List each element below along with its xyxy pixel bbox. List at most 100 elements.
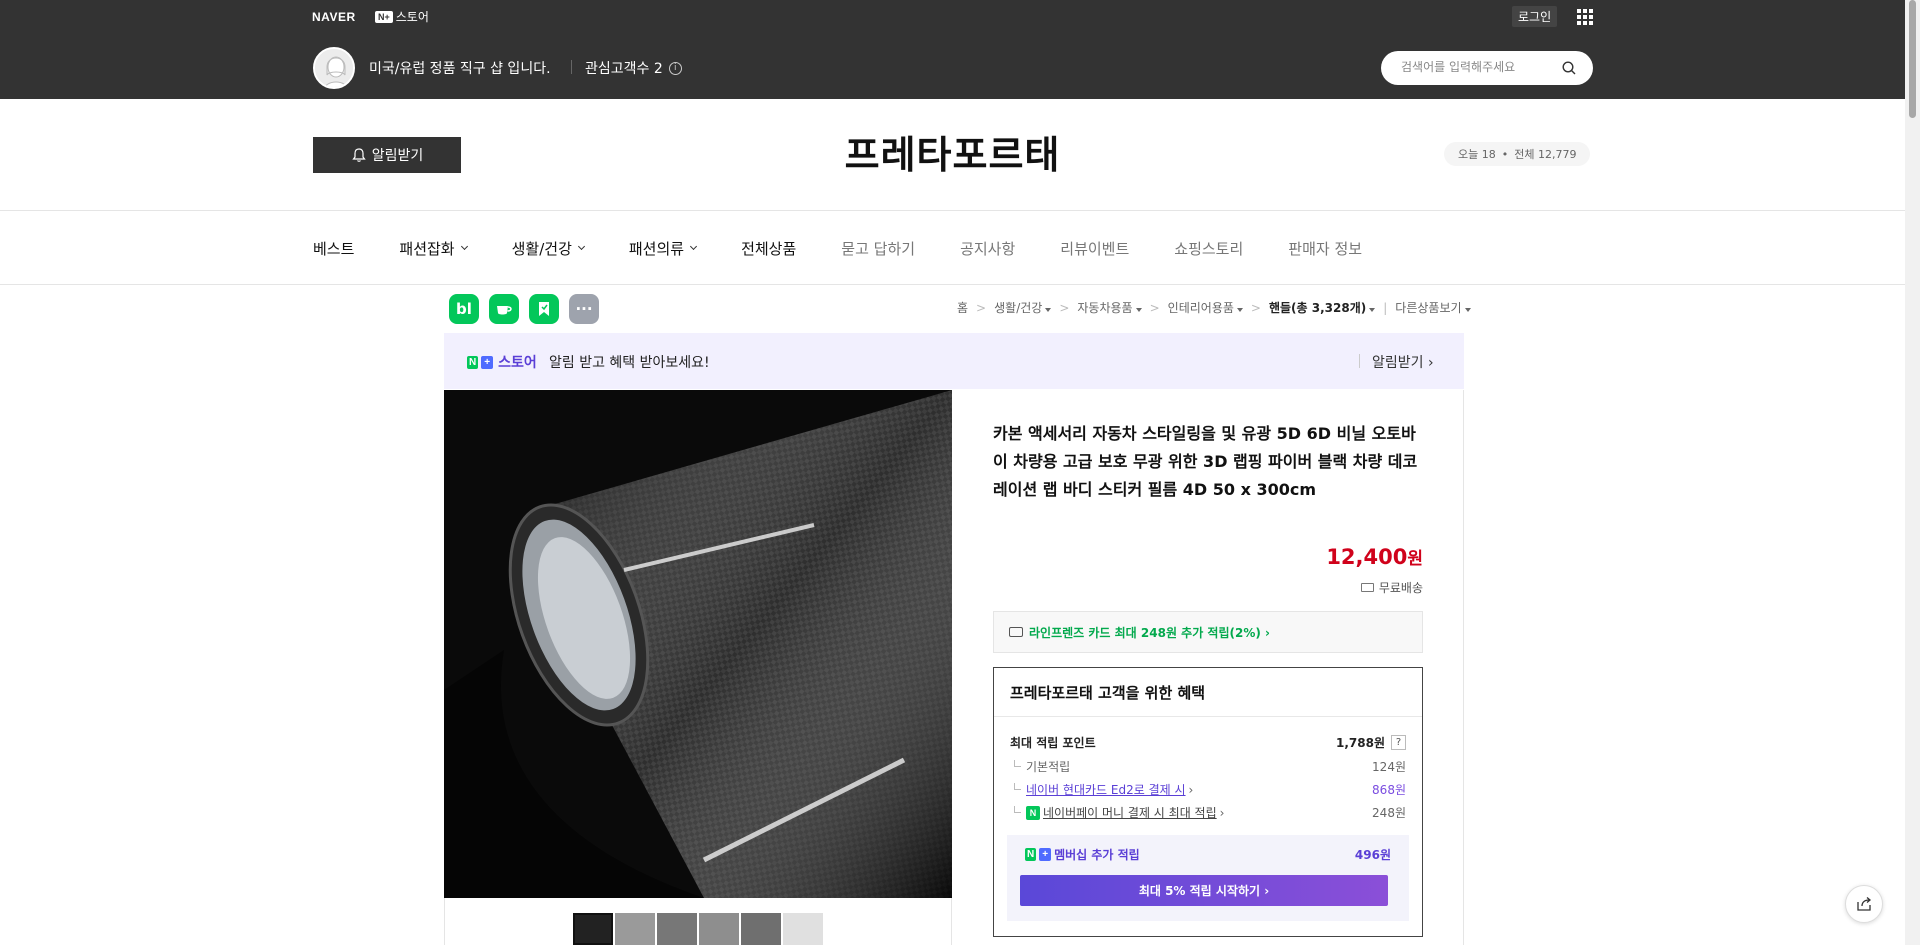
breadcrumb-living-health[interactable]: 생활/건강 — [994, 299, 1052, 316]
followers-count: 관심고객수 2 i — [585, 58, 682, 78]
info-icon[interactable]: i — [668, 61, 682, 75]
product-main-image[interactable] — [444, 390, 952, 898]
followers-label: 관심고객수 2 — [585, 61, 663, 77]
n-badge: N — [1025, 848, 1037, 861]
benefit-title: 프레타포르태 고객을 위한 혜택 — [1010, 684, 1206, 702]
breadcrumb-home[interactable]: 홈 — [957, 299, 968, 316]
npay-points-row: N 네이버페이 머니 결제 시 최대 적립 › 248원 — [1010, 804, 1406, 821]
shipping-info: 무료배송 — [993, 579, 1423, 596]
share-buttons: bl ··· — [449, 294, 599, 324]
page-scrollbar[interactable] — [1905, 0, 1920, 945]
app-grid-icon[interactable] — [1577, 9, 1593, 25]
max-points-row: 최대 적립 포인트 1,788원? — [1010, 734, 1406, 751]
naver-logo[interactable]: NAVER — [312, 10, 356, 24]
product-price: 12,400원 — [993, 544, 1423, 569]
plus-badge: + — [1039, 848, 1052, 861]
floating-share-button[interactable] — [1845, 885, 1883, 923]
hyundai-card-link[interactable]: 네이버 현대카드 Ed2로 결제 시 — [1026, 781, 1186, 798]
thumbnail-3[interactable] — [657, 913, 697, 945]
chevron-down-icon — [460, 242, 468, 251]
banner-text: 알림 받고 혜택 받아보세요! — [549, 355, 710, 371]
top-bar: NAVER N+ 스토어 로그인 미국/유럽 정품 직구 샵 입니다. 관심고객… — [0, 0, 1905, 99]
visit-today: 오늘 18 — [1458, 148, 1496, 161]
membership-box: N + 멤버십 추가 적립 496원 최대 5% 적립 시작하기 › — [1007, 835, 1409, 921]
breadcrumb-current[interactable]: 핸들(총 3,328개) — [1269, 299, 1376, 316]
breadcrumb-other-products[interactable]: 다른상품보기 — [1395, 299, 1471, 316]
nav-item-fashion-goods[interactable]: 패션잡화 — [399, 238, 468, 259]
nav-item-all-products[interactable]: 전체상품 — [741, 238, 796, 259]
breadcrumb-separator: > — [976, 300, 987, 315]
plus-badge: + — [481, 355, 494, 369]
thumbnail-4[interactable] — [699, 913, 739, 945]
thumbnail-2[interactable] — [615, 913, 655, 945]
nav-item-qna[interactable]: 묻고 답하기 — [841, 238, 915, 259]
nplus-badge: N+ — [375, 10, 393, 23]
nav-top-divider — [0, 210, 1905, 211]
store-avatar — [313, 47, 355, 89]
truck-icon — [1360, 583, 1374, 592]
nav-item-fashion-clothing[interactable]: 패션의류 — [629, 238, 698, 259]
store-title[interactable]: 프레타포르태 — [0, 124, 1905, 179]
credit-card-icon — [1009, 627, 1023, 637]
thumbnail-strip — [573, 913, 823, 945]
nav-bottom-divider — [0, 284, 1905, 285]
nplus-store-banner-logo: N + 스토어 — [467, 352, 537, 372]
cafe-share-icon[interactable] — [489, 294, 519, 324]
more-share-icon[interactable]: ··· — [569, 294, 599, 324]
alarm-benefit-banner: N + 스토어 알림 받고 혜택 받아보세요! 알림받기 › — [444, 333, 1464, 389]
thumbnail-6[interactable] — [783, 913, 823, 945]
nplus-store-logo[interactable]: N+ 스토어 — [375, 8, 429, 25]
breadcrumb-separator: > — [1149, 300, 1160, 315]
price-value: 12,400 — [1326, 545, 1408, 569]
search-box — [1381, 51, 1593, 85]
breadcrumb: 홈 > 생활/건강 > 자동차용품 > 인테리어용품 > 핸들(총 3,328개… — [957, 299, 1471, 316]
npay-icon: N — [1026, 805, 1040, 820]
visit-count: 오늘 18 • 전체 12,779 — [1444, 142, 1591, 166]
basic-points-value: 124원 — [1372, 760, 1406, 774]
card-points-value: 868원 — [1372, 783, 1406, 797]
nav-item-review-event[interactable]: 리뷰이벤트 — [1060, 238, 1129, 259]
thumbnail-1[interactable] — [573, 913, 613, 945]
n-badge: N — [467, 355, 479, 369]
store-description: 미국/유럽 정품 직구 샵 입니다. — [369, 61, 551, 77]
customer-benefit-box: 프레타포르태 고객을 위한 혜택 최대 적립 포인트 1,788원? 기본적립 … — [993, 667, 1423, 937]
card-benefit-text: 라인프렌즈 카드 최대 248원 추가 적립(2%) › — [1029, 625, 1270, 640]
breadcrumb-separator: > — [1059, 300, 1070, 315]
nav-item-notice[interactable]: 공지사항 — [960, 238, 1015, 259]
nav-item-seller-info[interactable]: 판매자 정보 — [1288, 238, 1362, 259]
nav-item-shopping-story[interactable]: 쇼핑스토리 — [1174, 238, 1243, 259]
nplus-store-label: 스토어 — [395, 10, 429, 24]
dot-separator: • — [1501, 147, 1509, 161]
product-title: 카본 액세서리 자동차 스타일링을 및 유광 5D 6D 비닐 오토바이 차량용… — [993, 424, 1418, 499]
breadcrumb-separator: > — [1250, 300, 1261, 315]
membership-label: 멤버십 추가 적립 — [1054, 848, 1140, 862]
price-unit: 원 — [1407, 549, 1423, 569]
chevron-down-icon — [577, 242, 585, 251]
breadcrumb-interior[interactable]: 인테리어용품 — [1168, 299, 1243, 316]
search-icon[interactable] — [1562, 61, 1576, 75]
npay-money-link[interactable]: 네이버페이 머니 결제 시 최대 적립 — [1043, 804, 1217, 821]
search-input[interactable] — [1401, 60, 1561, 74]
scrollbar-thumb[interactable] — [1909, 0, 1916, 118]
membership-value: 496원 — [1354, 848, 1391, 862]
nav-item-living-health[interactable]: 생활/건강 — [512, 238, 585, 259]
blog-share-icon[interactable]: bl — [449, 294, 479, 324]
bookmark-share-icon[interactable] — [529, 294, 559, 324]
card-points-row: 네이버 현대카드 Ed2로 결제 시 › 868원 — [1010, 781, 1406, 798]
shipping-label: 무료배송 — [1378, 581, 1423, 595]
card-benefit-box[interactable]: 라인프렌즈 카드 최대 248원 추가 적립(2%) › — [993, 611, 1423, 653]
thumbnail-5[interactable] — [741, 913, 781, 945]
category-nav: 베스트 패션잡화 생활/건강 패션의류 전체상품 묻고 답하기 공지사항 리뷰이… — [313, 238, 1407, 259]
banner-store-label: 스토어 — [498, 355, 537, 371]
divider — [994, 716, 1422, 717]
nav-item-best[interactable]: 베스트 — [313, 238, 354, 259]
breadcrumb-car-goods[interactable]: 자동차용품 — [1077, 299, 1142, 316]
chevron-down-icon — [690, 242, 698, 251]
membership-start-button[interactable]: 최대 5% 적립 시작하기 › — [1020, 875, 1388, 906]
visit-total: 전체 12,779 — [1514, 148, 1577, 161]
basic-points-row: 기본적립 124원 — [1010, 758, 1406, 775]
login-button[interactable]: 로그인 — [1512, 6, 1558, 27]
basic-points-label: 기본적립 — [1010, 758, 1070, 775]
help-icon[interactable]: ? — [1391, 735, 1406, 750]
banner-alarm-link[interactable]: 알림받기 › — [1372, 352, 1434, 372]
